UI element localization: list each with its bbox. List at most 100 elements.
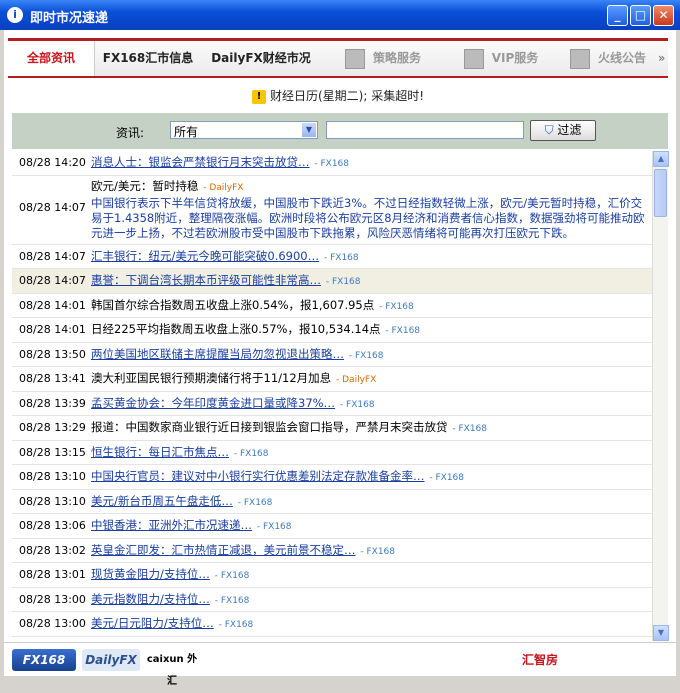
news-source: - FX168: [231, 448, 269, 459]
news-row[interactable]: 08/28 14:20 消息人士：银监会严禁银行月末突击放贷… - FX168: [12, 151, 652, 176]
maximize-button[interactable]: □: [630, 5, 651, 26]
news-headline-link[interactable]: 英皇金汇即发：汇市热情正减退，美元前景不稳定…: [91, 543, 356, 557]
news-source: - FX168: [321, 252, 359, 263]
news-row[interactable]: 08/28 14:07 汇丰银行：纽元/美元今晚可能突破0.6900… - FX1…: [12, 245, 652, 269]
news-row[interactable]: 08/28 13:00 美元/日元阻力/支持位… - FX168: [12, 612, 652, 637]
news-time: 08/28 13:06: [19, 519, 86, 532]
news-row[interactable]: 08/28 13:06 中银香港：亚洲外汇市况速递… - FX168: [12, 514, 652, 539]
window-title: 即时市况速递: [30, 11, 109, 26]
news-source-name: FX168: [366, 546, 396, 557]
news-item[interactable]: 中银香港：亚洲外汇市况速递… - FX168: [91, 518, 649, 535]
news-item: 澳大利亚国民银行预期澳储行将于11/12月加息 - DailyFX: [91, 371, 649, 388]
category-select[interactable]: 所有 ▼: [170, 121, 318, 139]
tab-all-news[interactable]: 全部资讯: [8, 41, 95, 76]
news-headline-link[interactable]: 现货黄金阻力/支持位…: [91, 567, 210, 581]
news-item[interactable]: 消息人士：银监会严禁银行月末突击放贷… - FX168: [91, 155, 649, 172]
tab-announcement[interactable]: 火线公告: [558, 41, 658, 76]
tab-fx168[interactable]: FX168汇市信息: [94, 41, 202, 76]
news-row[interactable]: 08/28 14:01 韩国首尔综合指数周五收盘上涨0.54%，报1,607.95…: [12, 294, 652, 318]
chart-icon: [344, 48, 365, 69]
news-item[interactable]: 美元指数阻力/支持位… - FX168: [91, 592, 649, 609]
filter-button[interactable]: ⛉ 过滤: [530, 120, 596, 141]
news-item: 韩国首尔综合指数周五收盘上涨0.54%，报1,607.95点 - FX168: [91, 298, 649, 315]
news-source-name: FX168: [224, 620, 254, 630]
news-headline: 日经225平均指数周五收盘上涨0.57%，报10,534.14点: [91, 322, 381, 336]
news-row[interactable]: 08/28 14:01 日经225平均指数周五收盘上涨0.57%，报10,534.…: [12, 318, 652, 343]
news-item[interactable]: 两位美国地区联储主席提醒当局勿忽视退出策略… - FX168: [91, 347, 649, 364]
filter-label: 资讯:: [116, 126, 145, 140]
app-icon: i: [7, 7, 23, 23]
news-item[interactable]: 恒生银行：每日汇市焦点… - FX168: [91, 445, 649, 462]
fx168-logo[interactable]: FX168: [12, 649, 76, 671]
news-item[interactable]: 现货黄金阻力/支持位… - FX168: [91, 567, 649, 584]
chevron-down-icon[interactable]: ▼: [302, 123, 316, 137]
news-source-name: DailyFX: [342, 375, 377, 385]
news-row[interactable]: 08/28 13:10 中国央行官员：建议对中小银行实行优惠差别法定存款准备金率……: [12, 465, 652, 490]
news-time: 08/28 14:07: [19, 249, 86, 263]
news-time: 08/28 13:00: [19, 592, 86, 606]
news-time: 08/28 14:07: [19, 200, 86, 214]
news-item[interactable]: 孟买黄金协会：今年印度黄金进口量或降37%… - FX168: [91, 396, 649, 413]
news-item[interactable]: 美元/日元阻力/支持位… - FX168: [91, 616, 649, 633]
news-item[interactable]: 英皇金汇即发：汇市热情正减退，美元前景不稳定… - FX168: [91, 543, 649, 560]
tab-scroll-right-icon[interactable]: »: [658, 41, 668, 76]
news-row[interactable]: 08/28 14:07 欧元/美元：暂时持稳 - DailyFX 中国银行表示下半年…: [12, 176, 652, 245]
news-row[interactable]: 08/28 13:15 恒生银行：每日汇市焦点… - FX168: [12, 441, 652, 465]
news-source: - FX168: [357, 546, 396, 557]
scroll-down-icon[interactable]: ▼: [653, 625, 669, 641]
caixun-logo[interactable]: caixun 外汇: [144, 649, 200, 687]
news-headline-link[interactable]: 中国央行官员：建议对中小银行实行优惠差别法定存款准备金率…: [91, 469, 425, 483]
dailyfx-logo[interactable]: DailyFX: [82, 649, 140, 671]
news-item[interactable]: 中国央行官员：建议对中小银行实行优惠差别法定存款准备金率… - FX168: [91, 469, 649, 486]
news-row[interactable]: 08/28 13:10 美元/新台币周五午盘走低… - FX168: [12, 490, 652, 514]
close-button[interactable]: ✕: [653, 5, 674, 26]
tab-dailyfx[interactable]: DailyFX财经市况: [202, 41, 320, 76]
tab-strategy[interactable]: 策略服务: [328, 41, 438, 76]
minimize-button[interactable]: _: [607, 5, 628, 26]
filter-input[interactable]: [326, 121, 524, 139]
scroll-thumb[interactable]: [654, 169, 667, 217]
news-source-name: FX168: [458, 424, 488, 434]
news-source-name: DailyFX: [209, 182, 244, 193]
calendar-notice: ! 财经日历(星期二); 采集超时!: [8, 80, 668, 112]
news-row[interactable]: 08/28 13:50 两位美国地区联储主席提醒当局勿忽视退出策略… - FX16…: [12, 343, 652, 367]
news-time: 08/28 13:10: [19, 494, 86, 508]
category-select-value: 所有: [174, 125, 199, 139]
news-item[interactable]: 美元/新台币周五午盘走低… - FX168: [91, 494, 649, 511]
news-headline-link[interactable]: 孟买黄金协会：今年印度黄金进口量或降37%…: [91, 396, 335, 410]
warning-icon: !: [251, 89, 266, 104]
scrollbar[interactable]: ▲ ▼: [652, 151, 669, 641]
news-headline-link[interactable]: 汇丰银行：纽元/美元今晚可能突破0.6900…: [91, 249, 319, 263]
news-source: - FX168: [376, 301, 414, 312]
news-headline-link[interactable]: 美元/日元阻力/支持位…: [91, 616, 214, 630]
news-time: 08/28 14:01: [19, 298, 86, 312]
news-time: 08/28 13:41: [19, 372, 86, 385]
news-source: - DailyFX: [200, 182, 244, 193]
news-headline-link[interactable]: 消息人士：银监会严禁银行月末突击放贷…: [91, 155, 310, 169]
news-item[interactable]: 惠誉：下调台湾长期本币评级可能性非常高… - FX168: [91, 273, 649, 290]
news-headline-link[interactable]: 中银香港：亚洲外汇市况速递…: [91, 518, 252, 532]
news-source: - DailyFX: [333, 375, 377, 385]
huizhi-logo[interactable]: 汇智房: [504, 649, 576, 671]
news-headline-link[interactable]: 美元指数阻力/支持位…: [91, 592, 210, 606]
news-row[interactable]: 08/28 13:29 报道：中国数家商业银行近日接到银监会窗口指导，严禁月末突击…: [12, 416, 652, 441]
news-source: - FX168: [323, 277, 361, 287]
news-source: - FX168: [234, 497, 273, 508]
news-row[interactable]: 08/28 13:39 孟买黄金协会：今年印度黄金进口量或降37%… - FX16…: [12, 392, 652, 416]
news-row[interactable]: 08/28 13:41 澳大利亚国民银行预期澳储行将于11/12月加息 - Dai…: [12, 367, 652, 392]
news-row[interactable]: 08/28 13:00 美元指数阻力/支持位… - FX168: [12, 588, 652, 612]
news-headline-link[interactable]: 恒生银行：每日汇市焦点…: [91, 445, 229, 459]
news-item: 欧元/美元：暂时持稳 - DailyFX 中国银行表示下半年信贷将放缓，中国股市下…: [91, 179, 649, 241]
news-row[interactable]: 08/28 13:01 现货黄金阻力/支持位… - FX168: [12, 563, 652, 588]
news-time: 08/28 14:20: [19, 156, 86, 169]
news-headline-link[interactable]: 美元/新台币周五午盘走低…: [91, 494, 233, 508]
news-row[interactable]: 08/28 14:07 惠誉：下调台湾长期本币评级可能性非常高… - FX168: [12, 269, 652, 294]
news-source-name: FX168: [354, 350, 384, 361]
news-row[interactable]: 08/28 13:02 英皇金汇即发：汇市热情正减退，美元前景不稳定… - FX1…: [12, 539, 652, 563]
news-headline-link[interactable]: 两位美国地区联储主席提醒当局勿忽视退出策略…: [91, 347, 344, 361]
tab-vip[interactable]: VIP服务: [446, 41, 556, 76]
scroll-up-icon[interactable]: ▲: [653, 151, 669, 167]
news-item[interactable]: 汇丰银行：纽元/美元今晚可能突破0.6900… - FX168: [91, 249, 649, 266]
news-headline-link[interactable]: 惠誉：下调台湾长期本币评级可能性非常高…: [91, 273, 321, 287]
news-time: 08/28 13:29: [19, 421, 86, 434]
